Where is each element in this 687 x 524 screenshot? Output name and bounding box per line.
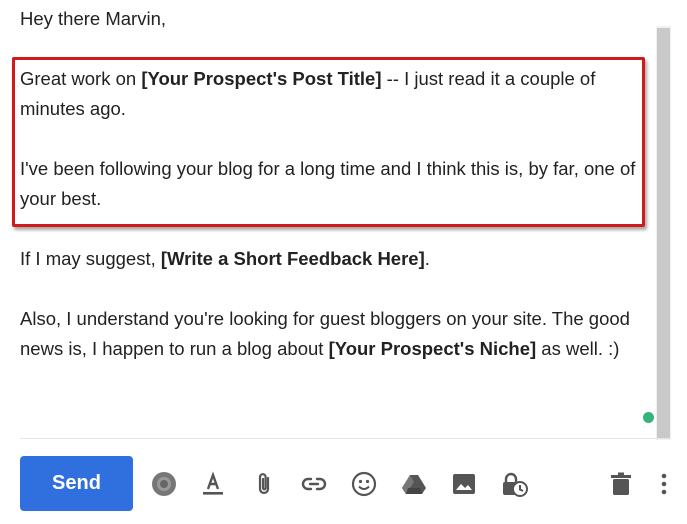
loading-spinner-icon[interactable] (149, 469, 179, 499)
placeholder-post-title: [Your Prospect's Post Title] (141, 68, 382, 89)
confidential-mode-icon[interactable] (499, 469, 529, 499)
email-body[interactable]: Hey there Marvin, Great work on [Your Pr… (20, 4, 645, 364)
paragraph-guest-blogging: Also, I understand you're looking for gu… (20, 308, 630, 359)
emoji-icon[interactable] (349, 469, 379, 499)
email-compose-window: Hey there Marvin, Great work on [Your Pr… (0, 0, 687, 524)
image-icon[interactable] (449, 469, 479, 499)
placeholder-feedback: [Write a Short Feedback Here] (160, 248, 425, 269)
trash-icon[interactable] (606, 469, 636, 499)
placeholder-niche: [Your Prospect's Niche] (328, 338, 537, 359)
drive-icon[interactable] (399, 469, 429, 499)
paragraph-post-title: Great work on [Your Prospect's Post Titl… (20, 68, 596, 119)
more-options-icon[interactable] (649, 469, 679, 499)
text-format-icon[interactable] (198, 469, 228, 499)
paragraph-blog-following: I've been following your blog for a long… (20, 158, 636, 209)
link-icon[interactable] (299, 469, 329, 499)
attach-icon[interactable] (249, 469, 279, 499)
send-button[interactable]: Send (20, 456, 133, 511)
toolbar-divider (20, 438, 671, 439)
compose-toolbar: Send (0, 440, 687, 524)
greeting-line: Hey there Marvin, (20, 8, 166, 29)
status-dot (643, 412, 654, 423)
paragraph-feedback: If I may suggest, [Write a Short Feedbac… (20, 248, 430, 269)
scrollbar-thumb[interactable] (657, 28, 670, 438)
